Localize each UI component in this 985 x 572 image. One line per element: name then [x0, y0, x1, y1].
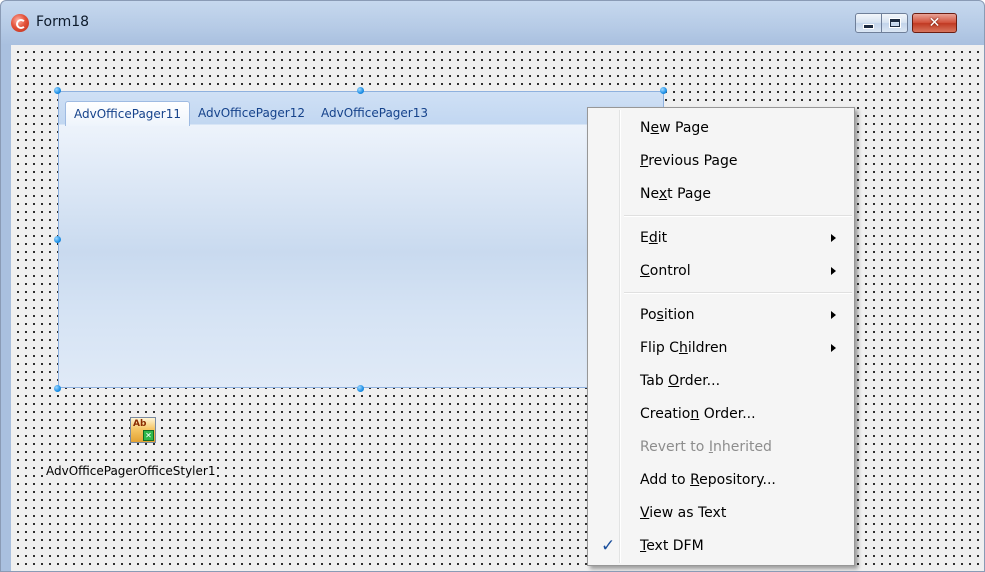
menu-item-label: Revert to Inherited — [640, 439, 772, 455]
tab-advofficepager12[interactable]: AdvOfficePager12 — [190, 101, 313, 125]
menu-item-label: Control — [640, 263, 691, 279]
label-text: Revert to — [640, 439, 709, 455]
submenu-arrow-icon — [831, 267, 836, 275]
menu-item-add-to-repository[interactable]: Add to Repository... — [590, 464, 852, 497]
resize-handle-bottom[interactable] — [357, 385, 364, 392]
label-text: iew as Text — [649, 505, 727, 521]
menu-item-label: Position — [640, 307, 695, 323]
close-button[interactable]: ✕ — [912, 13, 957, 33]
label-accelerator: e — [650, 120, 660, 136]
menu-item-view-as-text[interactable]: View as Text — [590, 497, 852, 530]
window-title: Form18 — [36, 14, 90, 30]
menu-item-label: Creation Order... — [640, 406, 756, 422]
label-accelerator: C — [640, 263, 650, 279]
label-accelerator: d — [648, 230, 658, 246]
label-text: E — [640, 230, 649, 246]
styler-icon-text: Ab — [133, 419, 147, 429]
styler-badge-icon: ✕ — [143, 430, 154, 441]
resize-handle-left[interactable] — [54, 236, 61, 243]
menu-item-next-page[interactable]: Next Page — [590, 178, 852, 211]
submenu-arrow-icon — [831, 311, 836, 319]
office-styler-component-label: AdvOfficePagerOfficeStyler1 — [45, 464, 217, 478]
resize-handle-top-right[interactable] — [660, 87, 667, 94]
label-text: it — [657, 230, 668, 246]
label-text: t Page — [667, 186, 711, 202]
label-text: epository... — [699, 472, 776, 488]
resize-handle-top[interactable] — [357, 87, 364, 94]
menu-item-label: Edit — [640, 230, 667, 246]
minimize-icon — [864, 24, 873, 28]
label-text: rder... — [679, 373, 721, 389]
menu-item-label: Text DFM — [640, 538, 704, 554]
label-text: Add to — [640, 472, 691, 488]
tab-advofficepager13[interactable]: AdvOfficePager13 — [313, 101, 436, 125]
menu-item-new-page[interactable]: New Page — [590, 112, 852, 145]
label-text: Flip C — [640, 340, 679, 356]
submenu-arrow-icon — [831, 234, 836, 242]
maximize-icon — [889, 19, 900, 27]
menu-item-revert-to-inherited: Revert to Inherited — [590, 431, 852, 464]
menu-item-tab-order[interactable]: Tab Order... — [590, 365, 852, 398]
menu-item-label: Add to Repository... — [640, 472, 776, 488]
label-text: Tab — [640, 373, 669, 389]
label-accelerator: V — [640, 505, 650, 521]
label-text: Po — [640, 307, 657, 323]
menu-separator — [624, 215, 852, 217]
minimize-button[interactable] — [855, 13, 882, 33]
menu-item-edit[interactable]: Edit — [590, 222, 852, 255]
label-accelerator: h — [678, 340, 688, 356]
label-text: N — [640, 120, 651, 136]
label-accelerator: s — [656, 307, 664, 323]
menu-separator — [624, 292, 852, 294]
label-text: Creatio — [640, 406, 691, 422]
label-text: nherited — [712, 439, 772, 455]
submenu-arrow-icon — [831, 344, 836, 352]
tab-advofficepager11[interactable]: AdvOfficePager11 — [65, 101, 190, 126]
menu-item-label: New Page — [640, 120, 709, 136]
title-bar[interactable]: Form18 ✕ — [1, 1, 984, 45]
pager-tab-strip: AdvOfficePager11 AdvOfficePager12 AdvOff… — [65, 101, 436, 126]
label-accelerator: x — [658, 186, 668, 202]
resize-handle-bottom-left[interactable] — [54, 385, 61, 392]
label-accelerator: n — [690, 406, 700, 422]
label-text: w Page — [659, 120, 709, 136]
checkmark-icon: ✓ — [601, 536, 616, 556]
maximize-button[interactable] — [881, 13, 908, 33]
label-text: ontrol — [649, 263, 691, 279]
label-text: ition — [663, 307, 695, 323]
label-text: ildren — [687, 340, 728, 356]
label-accelerator: R — [690, 472, 700, 488]
adv-office-pager[interactable]: AdvOfficePager11 AdvOfficePager12 AdvOff… — [58, 91, 664, 388]
menu-item-text-dfm[interactable]: ✓ Text DFM — [590, 530, 852, 563]
menu-item-control[interactable]: Control — [590, 255, 852, 288]
close-icon: ✕ — [928, 15, 941, 31]
menu-item-label: View as Text — [640, 505, 726, 521]
menu-item-label: Flip Children — [640, 340, 727, 356]
office-styler-component-icon[interactable]: Ab ✕ — [130, 417, 156, 443]
menu-item-label: Next Page — [640, 186, 711, 202]
label-accelerator: O — [668, 373, 680, 389]
label-accelerator: P — [640, 153, 649, 169]
label-text: Ne — [640, 186, 659, 202]
menu-item-creation-order[interactable]: Creation Order... — [590, 398, 852, 431]
menu-item-label: Tab Order... — [640, 373, 720, 389]
menu-item-position[interactable]: Position — [590, 299, 852, 332]
context-menu: New Page Previous Page Next Page Edit Co… — [587, 107, 855, 566]
label-text: Order... — [699, 406, 756, 422]
menu-item-flip-children[interactable]: Flip Children — [590, 332, 852, 365]
menu-item-label: Previous Page — [640, 153, 738, 169]
form-window: Form18 ✕ AdvOfficePager11 AdvOfficePager… — [0, 0, 985, 572]
menu-item-previous-page[interactable]: Previous Page — [590, 145, 852, 178]
app-icon[interactable] — [11, 14, 29, 32]
label-text: revious Page — [648, 153, 738, 169]
label-text: ext DFM — [646, 538, 704, 554]
resize-handle-top-left[interactable] — [54, 87, 61, 94]
